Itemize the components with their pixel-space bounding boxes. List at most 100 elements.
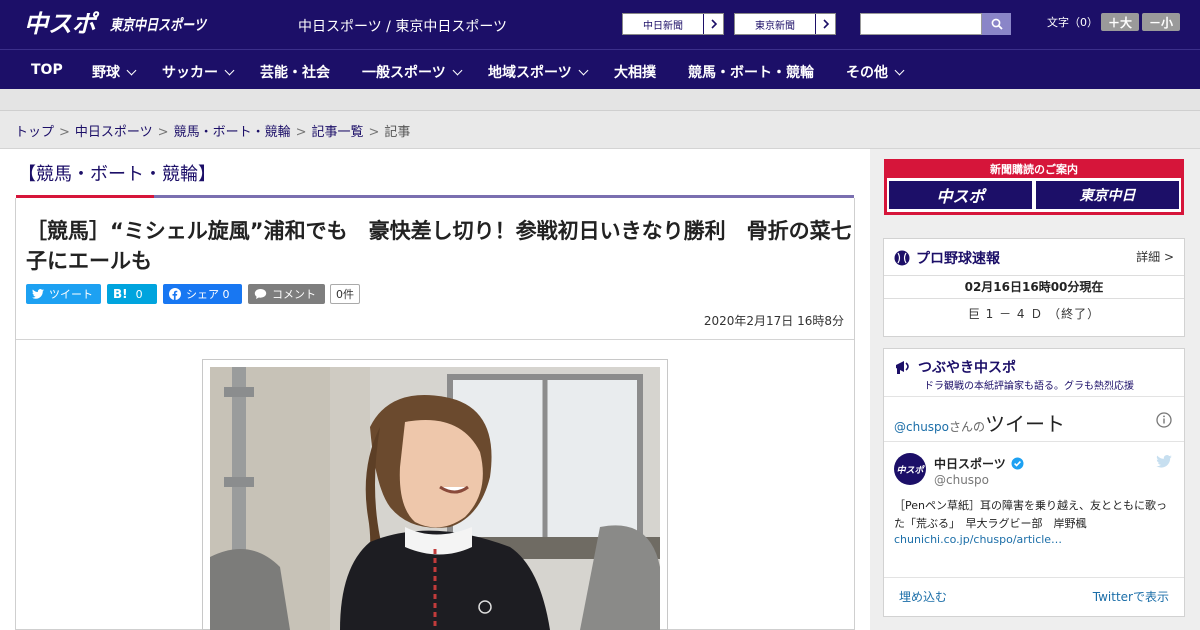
timeline-handle[interactable]: @chuspo — [894, 420, 949, 434]
nav-item-local-sports[interactable]: 地域スポーツ — [488, 62, 589, 82]
view-on-twitter-link[interactable]: Twitterで表示 — [1093, 588, 1169, 605]
promo-logos: 中スポ 東京中日 — [887, 178, 1181, 212]
timeline-tweets-label: ツイート — [985, 412, 1066, 436]
breadcrumb-separator: > — [368, 125, 380, 140]
chevron-down-icon — [578, 65, 589, 75]
chuspo-logo[interactable]: 中スポ — [24, 8, 100, 38]
nav-label: 一般スポーツ — [362, 65, 446, 81]
tweet-label: ツイート — [49, 288, 93, 301]
nav-item-top[interactable]: TOP — [31, 62, 63, 78]
tweet-author-handle: @chuspo — [934, 473, 990, 487]
nav-item-baseball[interactable]: 野球 — [92, 62, 137, 82]
breadcrumb-link-article-list[interactable]: 記事一覧 — [312, 125, 364, 140]
breadcrumb: トップ > 中日スポーツ > 競馬・ボート・競輪 > 記事一覧 > 記事 — [15, 121, 410, 140]
baseball-detail-link[interactable]: 詳細 > — [1136, 248, 1174, 265]
search-input[interactable] — [860, 13, 982, 35]
tweet-link[interactable]: chunichi.co.jp/chuspo/article… — [894, 533, 1062, 546]
baseball-score-line[interactable]: 巨 1 － 4 Ｄ （終了） — [884, 305, 1184, 322]
twitter-timeline-footer: 埋め込む Twitterで表示 — [884, 577, 1184, 619]
baseball-score-date: 02月16日16時00分現在 — [884, 275, 1184, 299]
promo-tokyo-logo: 東京中日 — [1036, 181, 1179, 209]
verified-badge-icon — [1011, 457, 1024, 470]
site-label: 中日スポーツ / 東京中日スポーツ — [298, 19, 508, 35]
nav-label: TOP — [31, 62, 63, 78]
chevron-down-icon — [452, 65, 463, 75]
nav-item-other[interactable]: その他 — [846, 62, 905, 82]
chuspo-logo-mark: 中スポ — [24, 10, 100, 38]
megaphone-icon — [896, 361, 909, 374]
hatena-count: 0 — [135, 287, 143, 301]
chevron-down-icon — [126, 65, 137, 75]
breadcrumb-current: 記事 — [384, 125, 411, 140]
breadcrumb-link-chunichi-sports[interactable]: 中日スポーツ — [75, 125, 153, 140]
nav-item-general-sports[interactable]: 一般スポーツ — [362, 62, 463, 82]
tokyo-shimbun-link[interactable]: 東京新聞 — [734, 13, 836, 35]
category-title: 【競馬・ボート・競輪】 — [18, 164, 216, 185]
breadcrumb-separator: > — [59, 125, 70, 140]
baseball-score-panel: プロ野球速報 詳細 > 02月16日16時00分現在 巨 1 － 4 Ｄ （終了… — [883, 238, 1185, 337]
tweet-author-name: 中日スポーツ — [934, 457, 1006, 471]
search-button[interactable] — [982, 13, 1011, 35]
comment-count-badge: 0件 — [330, 284, 360, 304]
hatena-bookmark-button[interactable]: B! 0 — [107, 284, 157, 304]
tokyo-logo-mark: 東京中日スポーツ — [110, 16, 208, 34]
chevron-down-icon — [894, 65, 905, 75]
tokyo-shimbun-label: 東京新聞 — [755, 20, 795, 32]
tweet-button[interactable]: ツイート — [26, 284, 101, 304]
breadcrumb-separator: > — [295, 125, 307, 140]
tweet-author[interactable]: 中日スポーツ — [934, 455, 1024, 472]
promo-title: 新聞購読のご案内 — [990, 163, 1078, 176]
jockey-photo-illustration — [210, 367, 660, 630]
twitter-bird-icon — [32, 289, 44, 299]
nav-label: その他 — [846, 65, 888, 81]
nav-item-entertainment[interactable]: 芸能・社会 — [260, 62, 330, 82]
font-larger-button[interactable]: ＋大 — [1101, 13, 1139, 31]
twitter-panel-header: つぶやき中スポ — [894, 357, 1016, 377]
chunichi-shimbun-label: 中日新聞 — [643, 20, 683, 32]
tokyo-chunichi-logo[interactable]: 東京中日スポーツ — [110, 10, 208, 38]
subscription-promo[interactable]: 新聞購読のご案内 中スポ 東京中日 — [884, 159, 1184, 215]
facebook-icon — [169, 288, 181, 300]
nav-item-sumo[interactable]: 大相撲 — [614, 62, 656, 82]
breadcrumb-separator: > — [157, 125, 169, 140]
article-date: 2020年2月17日 16時8分 — [703, 314, 844, 328]
nav-label: 地域スポーツ — [488, 65, 572, 81]
logo-chuspo-text: 中スポ — [24, 10, 100, 38]
promo-chuspo-logo: 中スポ — [889, 181, 1032, 209]
nav-label: 野球 — [92, 65, 120, 81]
chunichi-shimbun-link[interactable]: 中日新聞 — [622, 13, 724, 35]
article-divider — [16, 339, 854, 340]
nav-label: 大相撲 — [614, 65, 656, 81]
facebook-share-button[interactable]: シェア 0 — [163, 284, 242, 304]
breadcrumb-link-racing[interactable]: 競馬・ボート・競輪 — [174, 125, 291, 140]
avatar[interactable]: 中スポ — [894, 453, 926, 485]
timeline-handle-suffix: さんの — [949, 420, 986, 434]
baseball-icon — [894, 250, 910, 266]
comment-label: コメント — [272, 288, 316, 301]
article-photo[interactable] — [210, 367, 660, 630]
twitter-panel-subtitle: ドラ観戦の本紙評論家も語る。グラも熱烈応援 — [924, 381, 1134, 392]
info-icon[interactable] — [1156, 412, 1172, 428]
nav-item-racing[interactable]: 競馬・ボート・競輪 — [688, 62, 814, 82]
facebook-share-label: シェア 0 — [186, 288, 230, 301]
twitter-panel-title: つぶやき中スポ — [918, 360, 1016, 376]
nav-item-soccer[interactable]: サッカー — [162, 62, 235, 82]
hatena-b-icon: B! — [113, 287, 128, 301]
site-header: 中スポ 東京中日スポーツ 中日スポーツ / 東京中日スポーツ 中日新聞 東京新聞… — [0, 0, 1200, 49]
breadcrumb-link-top[interactable]: トップ — [15, 125, 54, 140]
article-headline: ［競馬］“ミシェル旋風”浦和でも 豪快差し切り！参戦初日いきなり勝利 骨折の菜七… — [26, 219, 852, 273]
tweet-text: ［Penペン草紙］耳の障害を乗り越え、友とともに歌った「荒ぶる」 早大ラグビー部… — [894, 499, 1167, 530]
chevron-right-icon — [703, 14, 723, 34]
nav-label: 芸能・社会 — [260, 65, 330, 81]
comment-button[interactable]: コメント — [248, 284, 325, 304]
sub-nav-strip — [0, 89, 1200, 111]
breadcrumb-bar: トップ > 中日スポーツ > 競馬・ボート・競輪 > 記事一覧 > 記事 — [0, 111, 1200, 149]
twitter-panel: つぶやき中スポ ドラ観戦の本紙評論家も語る。グラも熱烈応援 @chuspoさんの… — [883, 348, 1185, 617]
embed-link[interactable]: 埋め込む — [899, 588, 947, 605]
chevron-down-icon — [224, 65, 235, 75]
twitter-bird-icon[interactable] — [1156, 455, 1172, 468]
font-size-label: 文字（0） — [1047, 16, 1098, 29]
avatar-text: 中スポ — [896, 465, 924, 476]
font-smaller-button[interactable]: －小 — [1142, 13, 1180, 31]
search-icon — [991, 18, 1003, 30]
